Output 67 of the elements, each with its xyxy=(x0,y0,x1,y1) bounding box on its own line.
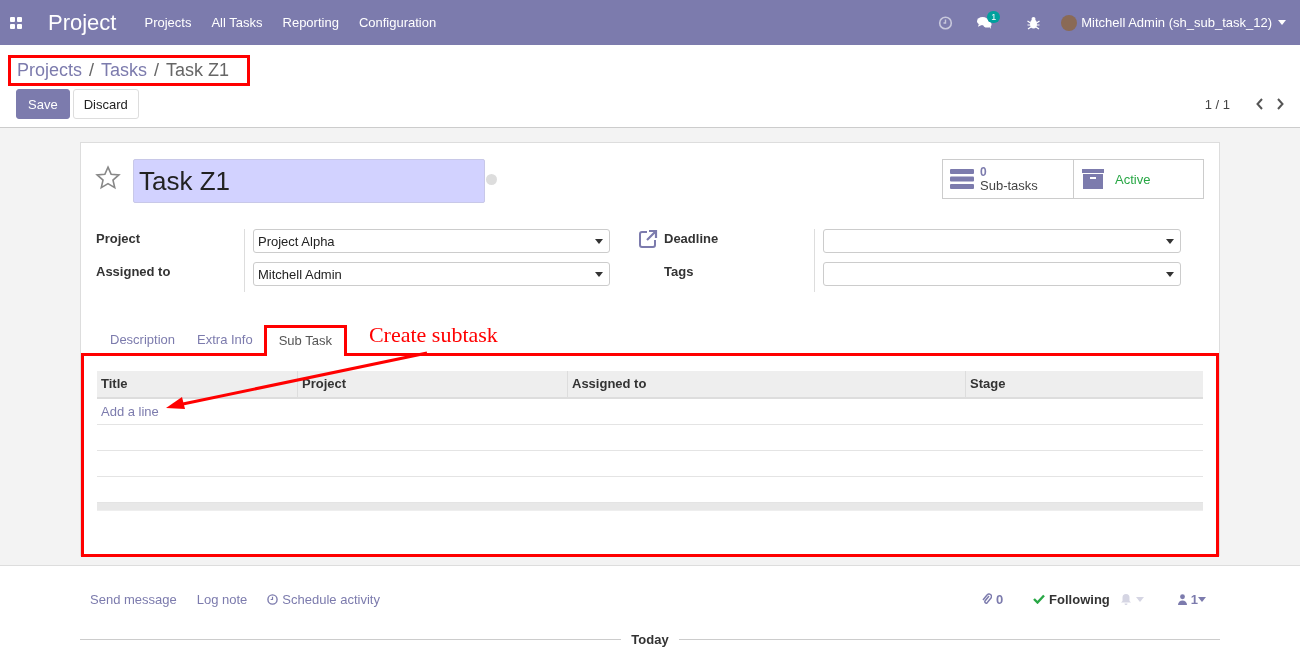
discard-button[interactable]: Discard xyxy=(72,89,139,119)
log-note-link[interactable]: Log note xyxy=(196,591,248,607)
active-label: Active xyxy=(1115,171,1151,187)
clock-icon[interactable] xyxy=(938,15,954,30)
dropdown-field[interactable] xyxy=(823,229,1181,253)
subtasks-smart-button[interactable]: 0 Sub-tasks xyxy=(943,160,1073,198)
date-divider-label: Today xyxy=(631,632,669,647)
follower-count[interactable]: 1 xyxy=(1190,591,1198,607)
message-count-badge: 1 xyxy=(987,10,1001,23)
clock-icon xyxy=(267,593,279,605)
column-header[interactable]: Stage xyxy=(965,371,1203,397)
person-icon xyxy=(1177,593,1187,605)
task-title-field[interactable]: Task Z1 xyxy=(133,159,485,203)
subtasks-count: 0 xyxy=(980,165,988,179)
caret-icon xyxy=(595,238,603,244)
subtasks-label: Sub-tasks xyxy=(980,179,1038,193)
field-label: Tags xyxy=(664,263,695,279)
caret-icon xyxy=(1166,271,1174,277)
save-button[interactable]: Save xyxy=(16,89,70,119)
star-icon[interactable] xyxy=(95,165,121,191)
bug-icon[interactable] xyxy=(1026,15,1042,30)
caret-icon xyxy=(1166,238,1174,244)
send-message-link[interactable]: Send message xyxy=(90,591,177,607)
archive-box-icon xyxy=(1081,169,1105,189)
schedule-activity-link[interactable]: Schedule activity xyxy=(282,591,380,607)
breadcrumb-item[interactable]: Task Z1 xyxy=(166,60,230,81)
field-label: Assigned to xyxy=(96,263,172,279)
active-smart-button[interactable]: Active xyxy=(1073,160,1203,198)
field-label: Deadline xyxy=(664,230,720,246)
pager-counter: 1 / 1 xyxy=(1204,96,1230,112)
column-header[interactable]: Title xyxy=(97,371,297,397)
apps-grid-icon[interactable] xyxy=(10,16,22,29)
next-icon[interactable] xyxy=(1276,98,1284,110)
notebook-tab[interactable]: Description xyxy=(99,326,187,353)
notebook-tab[interactable]: Extra Info xyxy=(186,326,264,353)
dropdown-field[interactable] xyxy=(823,262,1181,286)
previous-icon[interactable] xyxy=(1256,98,1264,110)
menu-item[interactable]: Configuration xyxy=(358,15,437,30)
following-button[interactable]: Following xyxy=(1049,591,1110,607)
attachment-count[interactable]: 0 xyxy=(995,591,1004,607)
notebook-tab[interactable]: Sub Task xyxy=(263,325,347,356)
status-dot-icon[interactable] xyxy=(486,174,497,185)
field-value: Project Alpha xyxy=(258,233,336,249)
paperclip-icon[interactable] xyxy=(981,593,992,605)
user-menu[interactable]: Mitchell Admin (sh_sub_task_12) xyxy=(1081,15,1272,30)
breadcrumb-item[interactable]: Tasks xyxy=(101,60,148,81)
external-link-icon[interactable] xyxy=(638,229,658,249)
breadcrumb-separator: / xyxy=(89,60,95,81)
menu-item[interactable]: Reporting xyxy=(282,15,339,30)
annotation-text: Create subtask xyxy=(368,322,498,348)
field-label: Project xyxy=(96,230,142,246)
stack-icon xyxy=(950,169,974,189)
breadcrumb-separator: / xyxy=(154,60,160,81)
caret-icon[interactable] xyxy=(1278,20,1286,25)
column-header[interactable]: Assigned to xyxy=(567,371,965,397)
add-line-link[interactable]: Add a line xyxy=(101,404,159,419)
dropdown-field[interactable]: Project Alpha xyxy=(253,229,610,253)
caret-icon[interactable] xyxy=(1198,596,1206,602)
breadcrumb-item[interactable]: Projects xyxy=(17,60,83,81)
caret-icon xyxy=(595,271,603,277)
dropdown-field[interactable]: Mitchell Admin xyxy=(253,262,610,286)
field-value: Mitchell Admin xyxy=(258,266,343,282)
column-header[interactable]: Project xyxy=(297,371,567,397)
menu-item[interactable]: Projects xyxy=(144,15,192,30)
menu-item[interactable]: All Tasks xyxy=(211,15,263,30)
app-name[interactable]: Project xyxy=(48,9,117,36)
checkmark-icon xyxy=(1033,594,1046,604)
